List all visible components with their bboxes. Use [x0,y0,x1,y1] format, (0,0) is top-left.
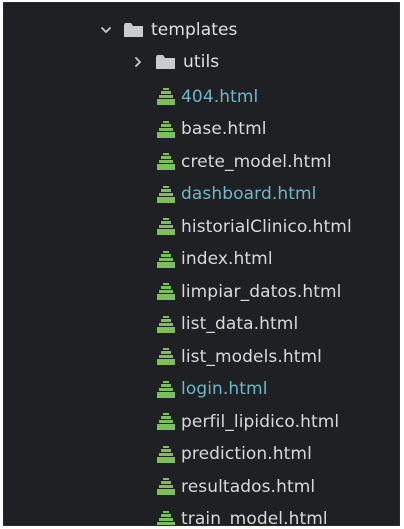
html-file-icon [156,282,176,302]
file-row[interactable]: 404.html [4,81,399,113]
html-file-icon [156,347,176,367]
file-label: resultados.html [181,476,316,497]
folder-row-utils[interactable]: utils [4,46,399,78]
file-label: login.html [181,379,268,399]
html-file-icon [156,380,176,400]
file-explorer-panel: templates utils 404.html base.html crete… [3,2,400,526]
html-file-icon [156,120,176,140]
file-label: index.html [181,249,273,269]
file-row[interactable]: limpiar_datos.html [4,276,399,308]
file-row[interactable]: list_models.html [4,341,399,373]
html-file-icon [156,315,176,335]
file-label: dashboard.html [181,184,317,204]
file-row[interactable]: historialClinico.html [4,211,399,243]
file-row[interactable]: perfil_lipidico.html [4,406,399,438]
file-row[interactable]: index.html [4,244,399,276]
folder-label-templates: templates [151,19,238,40]
html-file-icon [156,87,176,107]
html-file-icon [156,250,176,270]
folder-label-utils: utils [183,51,220,72]
file-label: limpiar_datos.html [181,281,342,302]
file-label: crete_model.html [181,151,332,172]
html-file-icon [156,412,176,432]
file-label: list_data.html [181,314,299,334]
file-row[interactable]: login.html [4,374,399,406]
html-file-icon [156,217,176,237]
file-row[interactable]: resultados.html [4,471,399,503]
html-file-icon [156,445,176,465]
file-label: 404.html [181,86,259,107]
file-row[interactable]: prediction.html [4,439,399,471]
file-row[interactable]: list_data.html [4,309,399,341]
html-file-icon [156,185,176,205]
html-file-icon [156,477,176,497]
file-label: list_models.html [181,346,322,367]
folder-icon [156,55,175,69]
file-label: base.html [181,119,267,139]
file-label: perfil_lipidico.html [181,411,340,432]
html-file-icon [156,152,176,172]
file-label: historialClinico.html [181,216,352,237]
file-row[interactable]: crete_model.html [4,146,399,178]
file-row[interactable]: train_model.html [4,504,399,526]
chevron-right-icon[interactable] [132,56,144,68]
html-file-icon [156,510,176,525]
file-row[interactable]: dashboard.html [4,179,399,211]
file-label: train_model.html [181,509,328,526]
file-label: prediction.html [181,444,312,464]
chevron-down-icon[interactable] [100,24,112,36]
folder-row-templates[interactable]: templates [4,14,399,46]
folder-icon [124,23,143,37]
file-row[interactable]: base.html [4,114,399,146]
